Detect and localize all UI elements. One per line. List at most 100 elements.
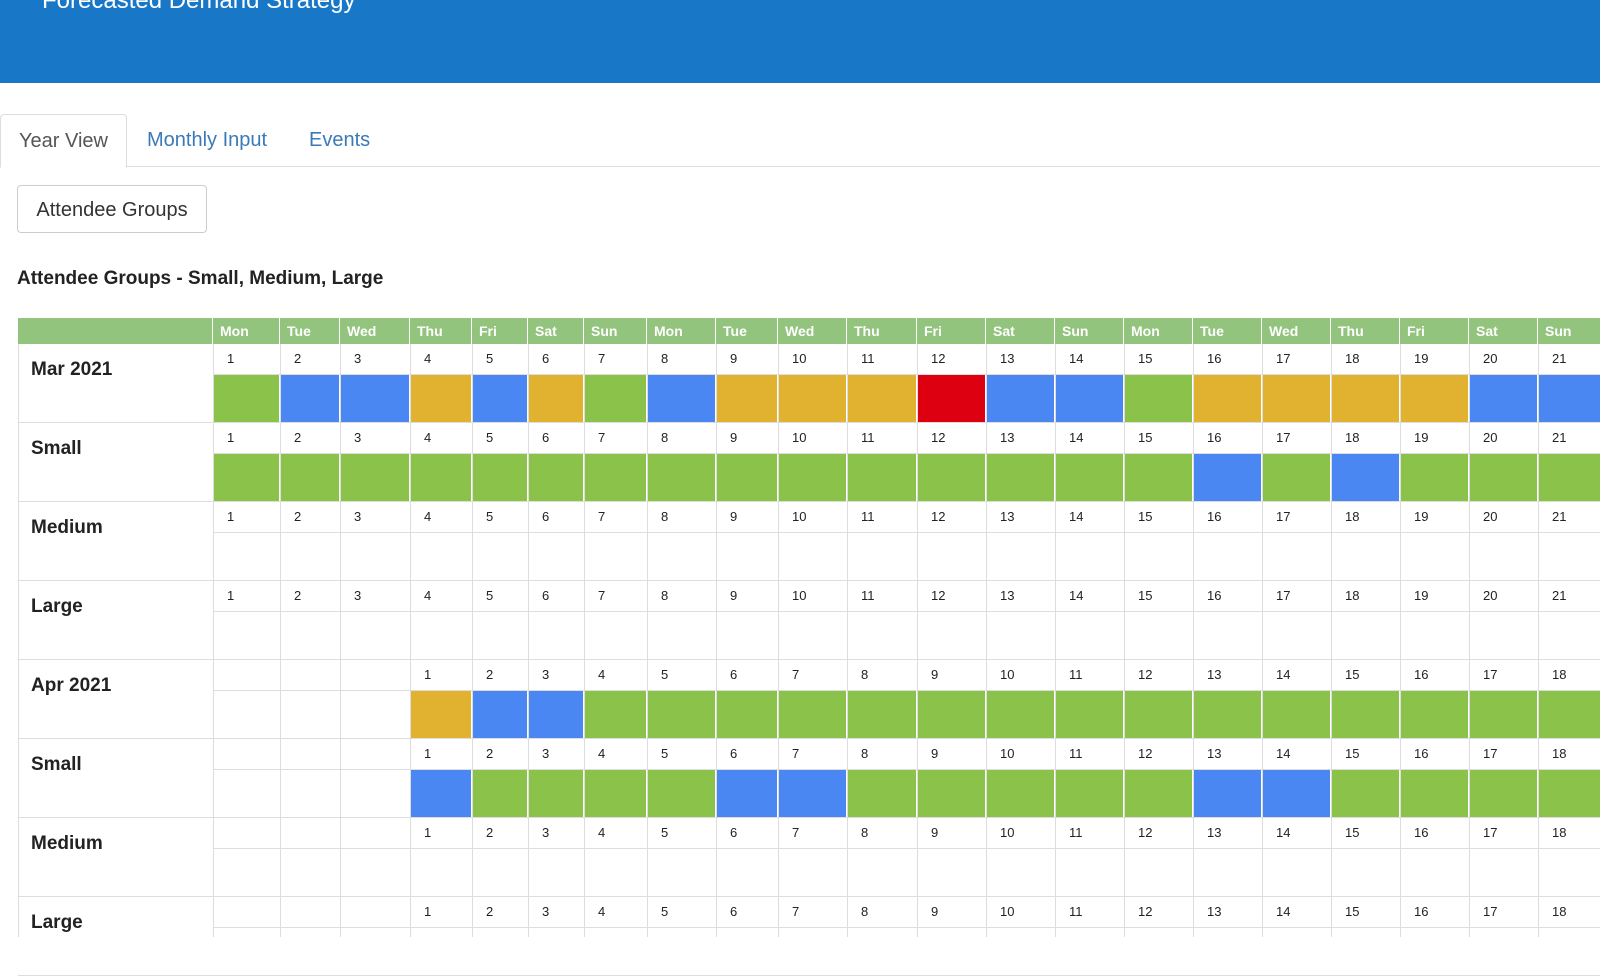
day-status-cell[interactable] xyxy=(340,612,410,659)
day-status-cell[interactable] xyxy=(1055,612,1124,659)
day-status-cell[interactable] xyxy=(1055,928,1124,975)
day-status-cell[interactable] xyxy=(280,849,340,896)
day-status-cell[interactable] xyxy=(1469,928,1538,975)
day-status-cell[interactable] xyxy=(1538,928,1600,975)
day-status-cell[interactable] xyxy=(1538,849,1600,896)
day-status-cell[interactable] xyxy=(647,612,716,659)
day-status-cell[interactable] xyxy=(410,375,472,422)
day-status-cell[interactable] xyxy=(213,375,280,422)
day-status-cell[interactable] xyxy=(213,770,280,817)
day-status-cell[interactable] xyxy=(847,770,917,817)
day-status-cell[interactable] xyxy=(986,849,1055,896)
day-status-cell[interactable] xyxy=(1055,375,1124,422)
day-status-cell[interactable] xyxy=(986,533,1055,580)
day-status-cell[interactable] xyxy=(410,691,472,738)
day-status-cell[interactable] xyxy=(778,770,847,817)
day-status-cell[interactable] xyxy=(280,454,340,501)
day-status-cell[interactable] xyxy=(1469,533,1538,580)
day-status-cell[interactable] xyxy=(1262,928,1331,975)
day-status-cell[interactable] xyxy=(1331,612,1400,659)
day-status-cell[interactable] xyxy=(584,770,647,817)
day-status-cell[interactable] xyxy=(1262,691,1331,738)
day-status-cell[interactable] xyxy=(1538,533,1600,580)
day-status-cell[interactable] xyxy=(647,454,716,501)
day-status-cell[interactable] xyxy=(647,849,716,896)
tab-monthly-input[interactable]: Monthly Input xyxy=(147,114,267,166)
day-status-cell[interactable] xyxy=(1262,454,1331,501)
day-status-cell[interactable] xyxy=(647,770,716,817)
day-status-cell[interactable] xyxy=(1469,849,1538,896)
day-status-cell[interactable] xyxy=(986,454,1055,501)
day-status-cell[interactable] xyxy=(917,612,986,659)
day-status-cell[interactable] xyxy=(647,928,716,975)
day-status-cell[interactable] xyxy=(584,454,647,501)
day-status-cell[interactable] xyxy=(716,849,778,896)
day-status-cell[interactable] xyxy=(1331,691,1400,738)
day-status-cell[interactable] xyxy=(340,928,410,975)
day-status-cell[interactable] xyxy=(1538,454,1600,501)
attendee-groups-button[interactable]: Attendee Groups xyxy=(17,185,207,233)
day-status-cell[interactable] xyxy=(1400,770,1469,817)
day-status-cell[interactable] xyxy=(472,375,528,422)
day-status-cell[interactable] xyxy=(778,612,847,659)
day-status-cell[interactable] xyxy=(528,691,584,738)
day-status-cell[interactable] xyxy=(1193,691,1262,738)
day-status-cell[interactable] xyxy=(847,375,917,422)
day-status-cell[interactable] xyxy=(1124,928,1193,975)
day-status-cell[interactable] xyxy=(986,612,1055,659)
day-status-cell[interactable] xyxy=(1193,770,1262,817)
day-status-cell[interactable] xyxy=(584,691,647,738)
day-status-cell[interactable] xyxy=(847,691,917,738)
day-status-cell[interactable] xyxy=(1400,691,1469,738)
day-status-cell[interactable] xyxy=(213,612,280,659)
day-status-cell[interactable] xyxy=(716,770,778,817)
day-status-cell[interactable] xyxy=(716,691,778,738)
day-status-cell[interactable] xyxy=(1193,849,1262,896)
day-status-cell[interactable] xyxy=(917,691,986,738)
day-status-cell[interactable] xyxy=(410,849,472,896)
day-status-cell[interactable] xyxy=(647,691,716,738)
day-status-cell[interactable] xyxy=(528,533,584,580)
day-status-cell[interactable] xyxy=(1193,928,1262,975)
day-status-cell[interactable] xyxy=(1331,849,1400,896)
day-status-cell[interactable] xyxy=(1469,375,1538,422)
day-status-cell[interactable] xyxy=(1055,691,1124,738)
day-status-cell[interactable] xyxy=(1331,533,1400,580)
day-status-cell[interactable] xyxy=(280,533,340,580)
day-status-cell[interactable] xyxy=(716,928,778,975)
day-status-cell[interactable] xyxy=(716,454,778,501)
day-status-cell[interactable] xyxy=(472,849,528,896)
day-status-cell[interactable] xyxy=(1055,770,1124,817)
day-status-cell[interactable] xyxy=(1469,454,1538,501)
tab-year-view[interactable]: Year View xyxy=(0,114,127,168)
day-status-cell[interactable] xyxy=(778,849,847,896)
day-status-cell[interactable] xyxy=(1055,533,1124,580)
day-status-cell[interactable] xyxy=(410,928,472,975)
day-status-cell[interactable] xyxy=(647,533,716,580)
day-status-cell[interactable] xyxy=(1469,612,1538,659)
day-status-cell[interactable] xyxy=(986,375,1055,422)
day-status-cell[interactable] xyxy=(280,928,340,975)
day-status-cell[interactable] xyxy=(528,375,584,422)
day-status-cell[interactable] xyxy=(1193,375,1262,422)
day-status-cell[interactable] xyxy=(1538,612,1600,659)
day-status-cell[interactable] xyxy=(280,375,340,422)
day-status-cell[interactable] xyxy=(528,770,584,817)
day-status-cell[interactable] xyxy=(1400,454,1469,501)
day-status-cell[interactable] xyxy=(1400,928,1469,975)
day-status-cell[interactable] xyxy=(1538,691,1600,738)
day-status-cell[interactable] xyxy=(1193,612,1262,659)
day-status-cell[interactable] xyxy=(847,849,917,896)
day-status-cell[interactable] xyxy=(1124,770,1193,817)
day-status-cell[interactable] xyxy=(1400,849,1469,896)
day-status-cell[interactable] xyxy=(340,375,410,422)
day-status-cell[interactable] xyxy=(1331,454,1400,501)
day-status-cell[interactable] xyxy=(847,454,917,501)
day-status-cell[interactable] xyxy=(647,375,716,422)
day-status-cell[interactable] xyxy=(1124,533,1193,580)
day-status-cell[interactable] xyxy=(1400,375,1469,422)
day-status-cell[interactable] xyxy=(1400,612,1469,659)
day-status-cell[interactable] xyxy=(410,454,472,501)
day-status-cell[interactable] xyxy=(410,612,472,659)
day-status-cell[interactable] xyxy=(1262,612,1331,659)
